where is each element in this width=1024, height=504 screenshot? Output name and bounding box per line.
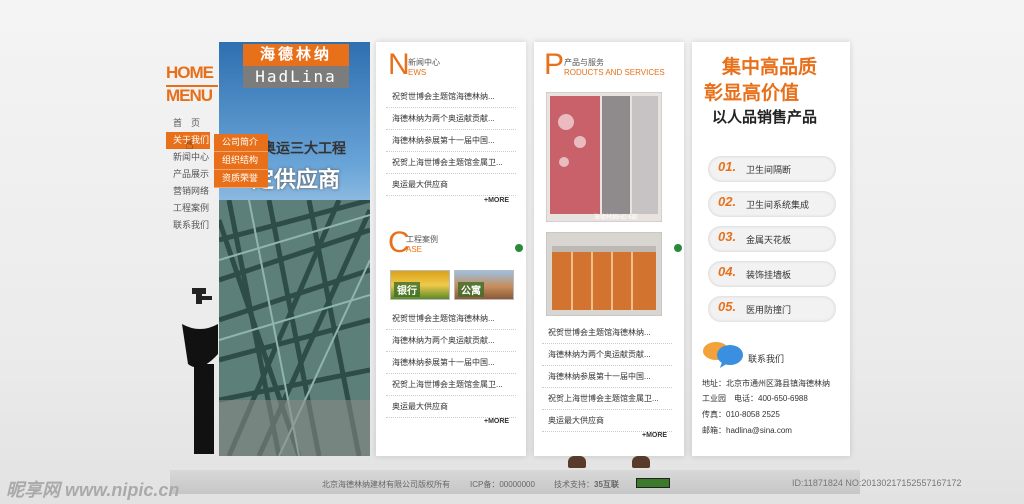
home-logo[interactable]: HOME bbox=[166, 64, 218, 82]
news-header: N bbox=[388, 50, 410, 80]
contact-address: 地址：北京市通州区潞县镇海德林纳 bbox=[702, 379, 830, 388]
product-item-label: 医用防撞门 bbox=[746, 305, 792, 315]
contact-title: 联系我们 bbox=[748, 354, 785, 364]
contact-phone: 工业园 电话：400-650-6988 bbox=[702, 394, 808, 403]
product-photo-caption: 海德林纳HD 6款 bbox=[594, 215, 638, 221]
nav-item-contact[interactable]: 联系我们 bbox=[166, 217, 218, 234]
cases-list: 祝贺世博会主题馆海德林纳... 海德林纳为两个奥运献贡献... 海德林纳参展第十… bbox=[386, 308, 516, 418]
list-item[interactable]: 祝贺上海世博会主题馆金属卫... bbox=[386, 152, 516, 174]
banner-headline: 奥运三大工程 bbox=[262, 140, 346, 156]
news-title-cn: 新闻中心 bbox=[408, 58, 440, 67]
product-item-label: 金属天花板 bbox=[746, 235, 792, 245]
list-item[interactable]: 祝贺世博会主题馆海德林纳... bbox=[386, 86, 516, 108]
shoe-decoration bbox=[632, 456, 650, 468]
list-item[interactable]: 海德林纳参展第十一届中国... bbox=[386, 352, 516, 374]
list-item[interactable]: 祝贺世博会主题馆海德林纳... bbox=[386, 308, 516, 330]
case-thumb-apartment-label: 公寓 bbox=[458, 282, 484, 297]
news-letter: N bbox=[388, 48, 410, 81]
nav-item-products[interactable]: 产品展示 bbox=[166, 166, 218, 183]
cases-title-en: ASE bbox=[406, 245, 423, 254]
case-thumb-bank-label: 银行 bbox=[394, 282, 420, 297]
list-item[interactable]: 奥运最大供应商 bbox=[386, 174, 516, 196]
news-title-en: EWS bbox=[408, 68, 427, 77]
dropdown-item-honors[interactable]: 资质荣誉 bbox=[214, 170, 268, 188]
list-item[interactable]: 海德林纳参展第十一届中国... bbox=[542, 366, 672, 388]
list-item[interactable]: 祝贺上海世博会主题馆金属卫... bbox=[542, 388, 672, 410]
support-badge-icon[interactable] bbox=[636, 478, 670, 488]
hand-cursor-icon: ☝ bbox=[185, 136, 194, 152]
stadium-image bbox=[219, 200, 370, 456]
nav-item-marketing[interactable]: 营销网络 bbox=[166, 183, 218, 200]
menu-logo: MENU bbox=[166, 85, 218, 105]
dot-indicator-icon bbox=[674, 244, 682, 252]
chat-bubbles-icon bbox=[703, 342, 743, 368]
nav-item-home[interactable]: 首 页 bbox=[166, 115, 218, 132]
dropdown-item-profile[interactable]: 公司简介 bbox=[214, 134, 268, 152]
news-list: 祝贺世博会主题馆海德林纳... 海德林纳为两个奥运献贡献... 海德林纳参展第十… bbox=[386, 86, 516, 196]
product-item-medical-door[interactable]: 05. 医用防撞门 bbox=[708, 296, 836, 322]
dot-indicator-icon bbox=[515, 244, 523, 252]
watermark-right: ID:11871824 NO:20130217152557167172 bbox=[792, 478, 962, 488]
product-item-number: 05. bbox=[718, 299, 737, 314]
shoe-decoration bbox=[568, 456, 586, 468]
contact-email[interactable]: 邮箱：hadlina@sina.com bbox=[702, 425, 792, 436]
news-more-link[interactable]: +MORE bbox=[484, 197, 509, 204]
products-header: P bbox=[544, 50, 564, 80]
product-item-number: 03. bbox=[718, 229, 737, 244]
product-item-partition[interactable]: 01. 卫生间隔断 bbox=[708, 156, 836, 182]
products-title-en: RODUCTS AND SERVICES bbox=[564, 68, 665, 77]
product-photo-partition[interactable] bbox=[546, 92, 662, 222]
sink-icon bbox=[182, 288, 218, 454]
product-item-number: 04. bbox=[718, 264, 737, 279]
products-letter: P bbox=[544, 48, 565, 81]
list-item[interactable]: 祝贺世博会主题馆海德林纳... bbox=[542, 322, 672, 344]
about-dropdown: 公司简介 组织结构 资质荣誉 bbox=[214, 134, 268, 188]
cases-title-cn: 工程案例 bbox=[406, 235, 438, 244]
product-item-label: 卫生间系统集成 bbox=[746, 200, 810, 210]
list-item[interactable]: 海德林纳为两个奥运献贡献... bbox=[386, 330, 516, 352]
product-item-system[interactable]: 02. 卫生间系统集成 bbox=[708, 191, 836, 217]
footer-support-label: 技术支持： bbox=[554, 480, 594, 489]
list-item[interactable]: 奥运最大供应商 bbox=[386, 396, 516, 418]
products-list: 祝贺世博会主题馆海德林纳... 海德林纳为两个奥运献贡献... 海德林纳参展第十… bbox=[542, 322, 672, 432]
contact-fax: 传真：010-8058 2525 bbox=[702, 410, 780, 419]
case-thumb-bank[interactable]: 银行 bbox=[390, 270, 450, 300]
slogan-line2: 彰显高价值 bbox=[704, 83, 800, 104]
cases-more-link[interactable]: +MORE bbox=[484, 418, 509, 425]
watermark-left: 昵享网 www.nipic.cn bbox=[6, 480, 180, 500]
product-item-label: 卫生间隔断 bbox=[746, 165, 792, 175]
slogan-line1: 集中高品质 bbox=[722, 57, 818, 78]
products-more-link[interactable]: +MORE bbox=[642, 432, 667, 439]
list-item[interactable]: 海德林纳参展第十一届中国... bbox=[386, 130, 516, 152]
footer-support-name[interactable]: 35互联 bbox=[594, 479, 619, 490]
list-item[interactable]: 海德林纳为两个奥运献贡献... bbox=[542, 344, 672, 366]
case-thumb-apartment[interactable]: 公寓 bbox=[454, 270, 514, 300]
product-item-wallboard[interactable]: 04. 装饰挂墙板 bbox=[708, 261, 836, 287]
footer-icp[interactable]: ICP备：00000000 bbox=[470, 479, 535, 490]
dropdown-item-structure[interactable]: 组织结构 bbox=[214, 152, 268, 170]
product-item-number: 02. bbox=[718, 194, 737, 209]
product-item-label: 装饰挂墙板 bbox=[746, 270, 792, 280]
list-item[interactable]: 祝贺上海世博会主题馆金属卫... bbox=[386, 374, 516, 396]
brand-logo-en[interactable]: HadLina bbox=[243, 66, 349, 88]
list-item[interactable]: 海德林纳为两个奥运献贡献... bbox=[386, 108, 516, 130]
nav-item-cases[interactable]: 工程案例 bbox=[166, 200, 218, 217]
list-item[interactable]: 奥运最大供应商 bbox=[542, 410, 672, 432]
footer-copyright: 北京海德林纳建材有限公司版权所有 bbox=[322, 480, 450, 489]
product-item-ceiling[interactable]: 03. 金属天花板 bbox=[708, 226, 836, 252]
slogan-line3: 以人品销售产品 bbox=[712, 109, 818, 126]
product-item-number: 01. bbox=[718, 159, 737, 174]
product-photo-toilet[interactable] bbox=[546, 232, 662, 316]
products-title-cn: 产品与服务 bbox=[564, 58, 604, 67]
brand-logo-cn[interactable]: 海德林纳 bbox=[243, 44, 349, 66]
